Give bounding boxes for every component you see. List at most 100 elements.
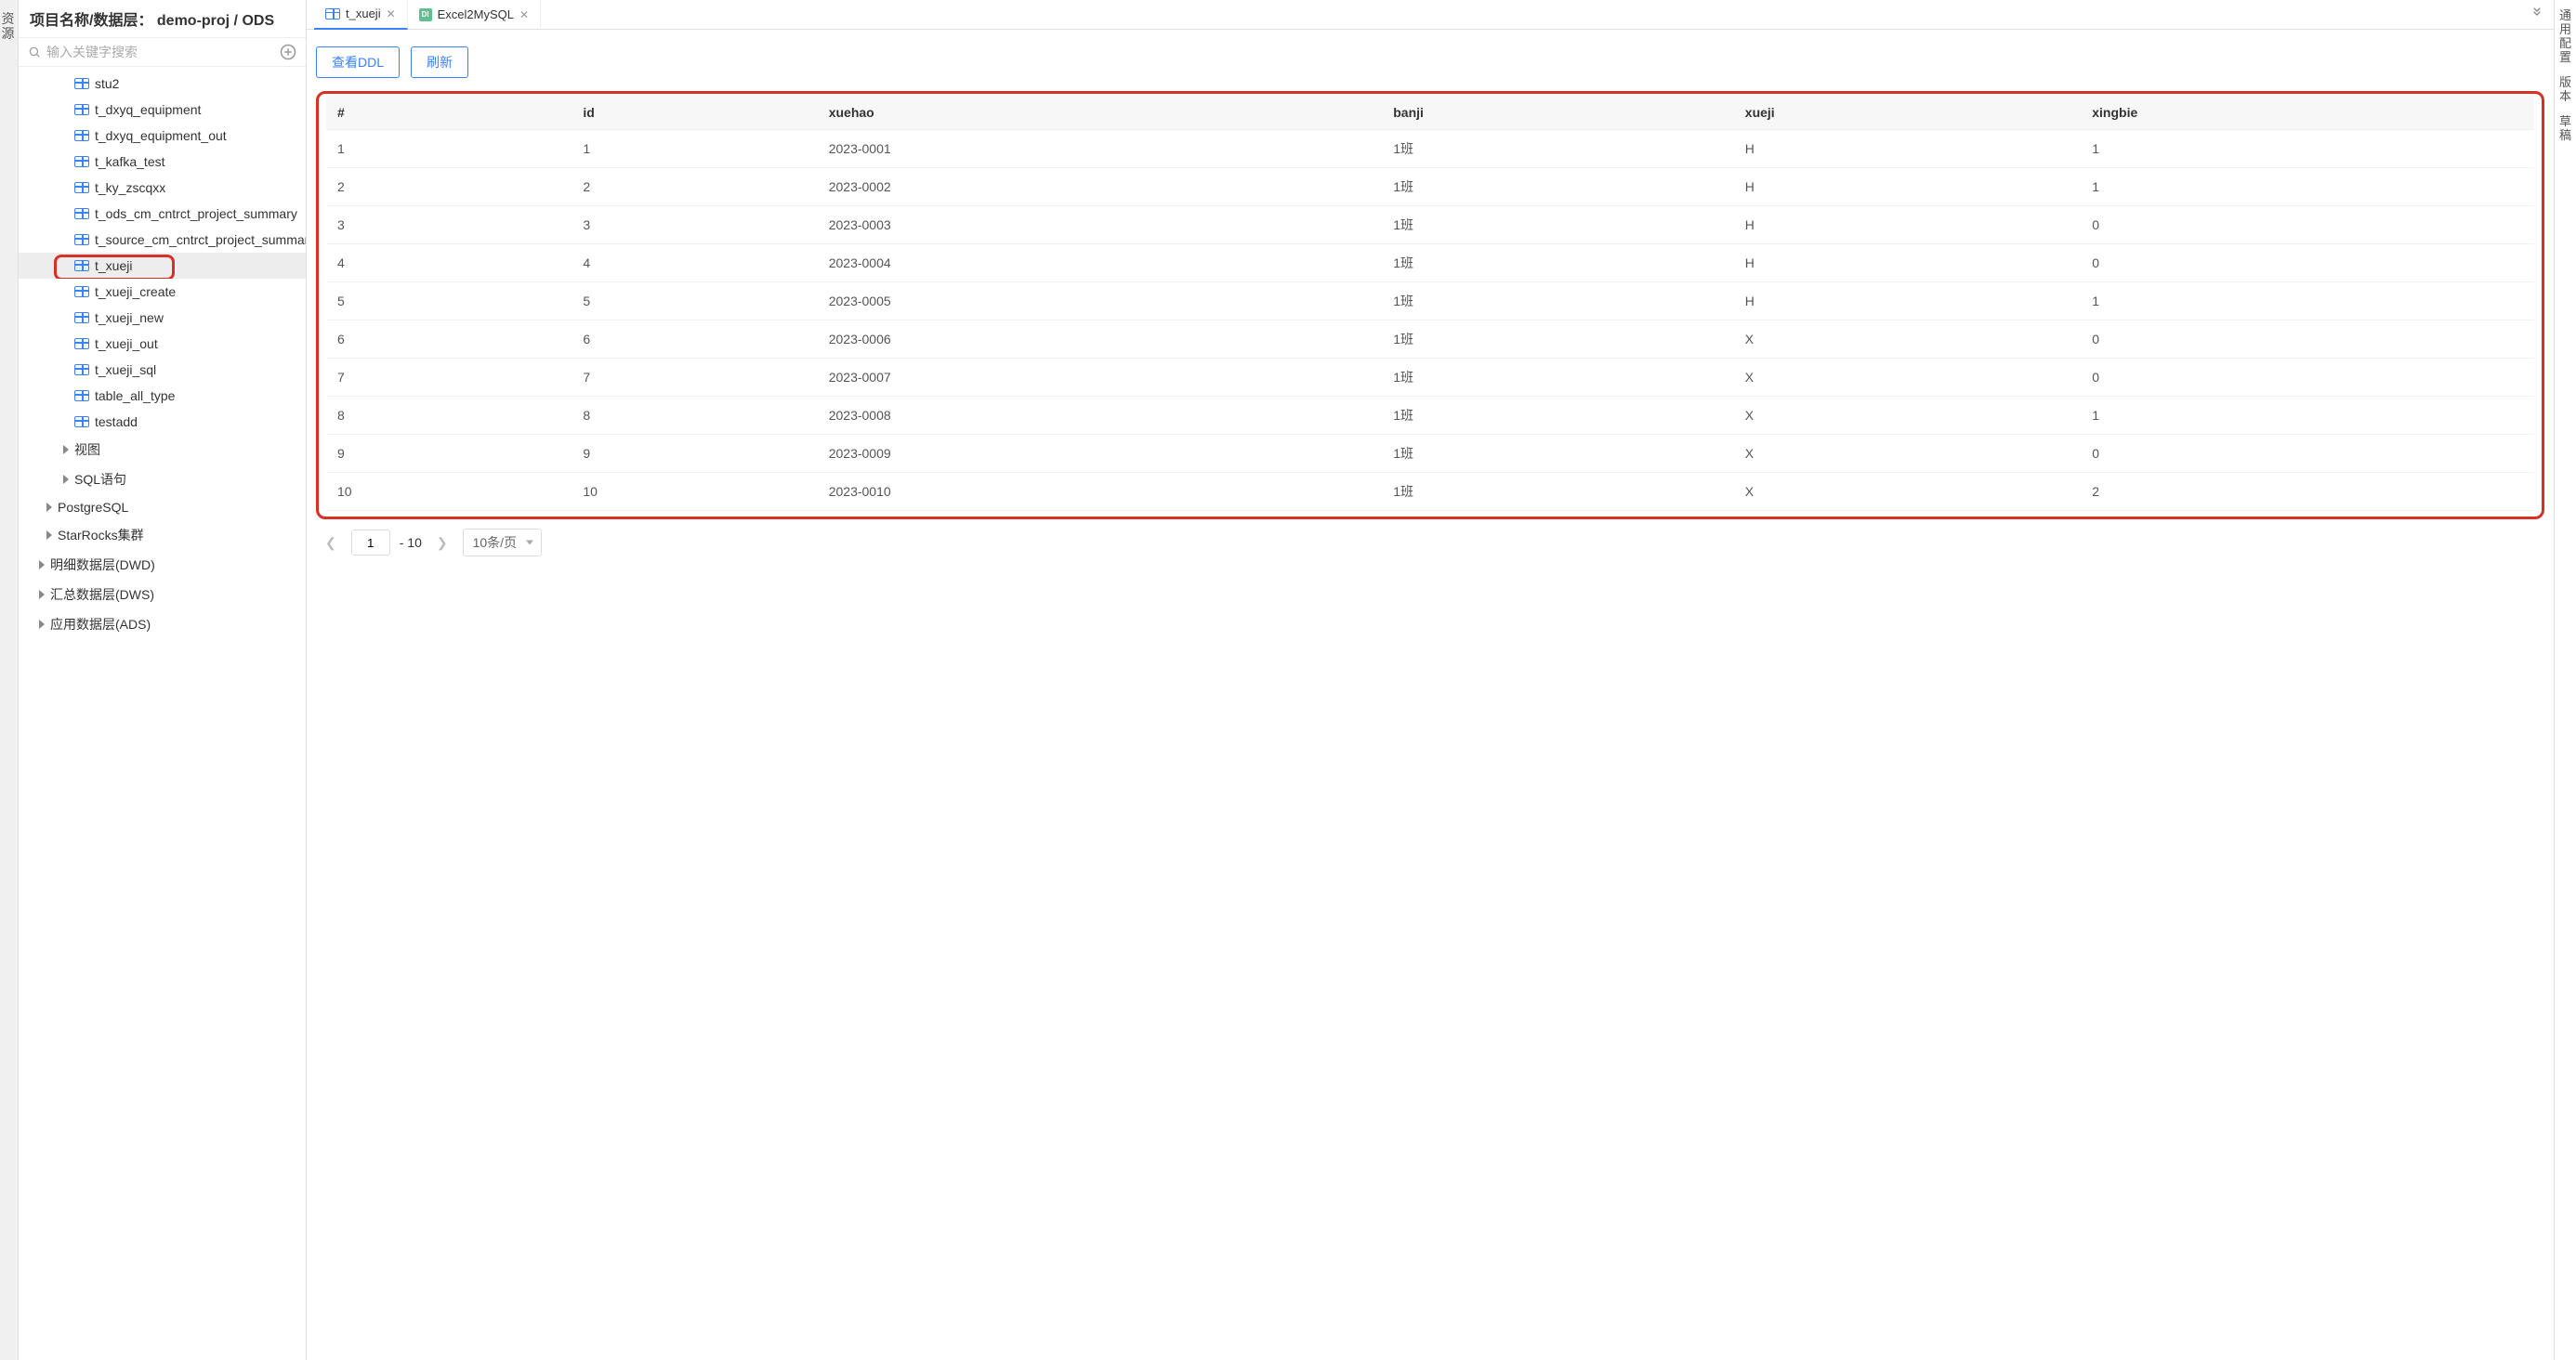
table-icon [74, 182, 89, 193]
expand-tabs-icon[interactable] [2520, 6, 2554, 23]
table-row[interactable]: 772023-00071班X0 [326, 359, 2534, 397]
cell: H [1734, 282, 2081, 320]
table-label: t_source_cm_cntrct_project_summary [95, 232, 306, 247]
refresh-button[interactable]: 刷新 [411, 46, 468, 78]
tab-Excel2MySQL[interactable]: DIExcel2MySQL✕ [408, 0, 541, 30]
pager: ❮ - 10 ❯ 10条/页 [316, 519, 2544, 566]
tab-t_xueji[interactable]: t_xueji✕ [314, 0, 408, 30]
prev-page-icon[interactable]: ❮ [320, 535, 342, 551]
table-icon [74, 338, 89, 349]
right-rail-item[interactable]: 通用配置 [2559, 9, 2571, 65]
cell: H [1734, 130, 2081, 168]
table-icon [74, 416, 89, 427]
cell: 1班 [1382, 473, 1734, 511]
table-icon [74, 390, 89, 401]
table-label: t_dxyq_equipment_out [95, 128, 227, 143]
sidebar-table-t_ods_cm_cntrct_project_summary[interactable]: t_ods_cm_cntrct_project_summary [19, 201, 306, 227]
cell: 0 [2081, 435, 2534, 473]
sidebar-table-t_xueji_out[interactable]: t_xueji_out [19, 331, 306, 357]
table-icon [74, 208, 89, 219]
sidebar-table-t_dxyq_equipment[interactable]: t_dxyq_equipment [19, 97, 306, 123]
cell: 2023-0001 [818, 130, 1383, 168]
cell: 0 [2081, 359, 2534, 397]
cell: 1 [326, 130, 572, 168]
tree: stu2t_dxyq_equipment t_dxyq_equipment_out… [19, 67, 306, 1360]
table-row[interactable]: 112023-00011班H1 [326, 130, 2534, 168]
sidebar-table-t_xueji_sql[interactable]: t_xueji_sql [19, 357, 306, 383]
di-icon: DI [419, 8, 432, 21]
button-row: 查看DDL 刷新 [316, 46, 2544, 78]
chevron-right-icon [39, 560, 45, 569]
page-size-select[interactable]: 10条/页 [463, 529, 542, 556]
next-page-icon[interactable]: ❯ [431, 535, 453, 551]
add-icon[interactable] [280, 44, 296, 60]
tree-branch[interactable]: 视图 [19, 435, 306, 464]
tree-branch[interactable]: SQL语句 [19, 464, 306, 494]
chevron-right-icon [39, 590, 45, 599]
cell: 6 [572, 320, 817, 359]
cell: 2023-0002 [818, 168, 1383, 206]
table-label: t_kafka_test [95, 154, 165, 169]
column-header: banji [1382, 96, 1734, 130]
cell: 1班 [1382, 435, 1734, 473]
table-icon [74, 104, 89, 115]
column-header: xuehao [818, 96, 1383, 130]
tree-branch[interactable]: PostgreSQL [19, 494, 306, 520]
right-rail-item[interactable]: 草稿 [2559, 115, 2571, 143]
sidebar-table-stu2[interactable]: stu2 [19, 71, 306, 97]
table-icon [74, 234, 89, 245]
table-row[interactable]: 882023-00081班X1 [326, 397, 2534, 435]
sidebar-table-testadd[interactable]: testadd [19, 409, 306, 435]
chevron-right-icon [39, 620, 45, 629]
table-row[interactable]: 10102023-00101班X2 [326, 473, 2534, 511]
table-icon [74, 312, 89, 323]
table-icon [74, 130, 89, 141]
table-row[interactable]: 992023-00091班X0 [326, 435, 2534, 473]
cell: 1 [572, 130, 817, 168]
sidebar-table-t_xueji_new[interactable]: t_xueji_new [19, 305, 306, 331]
sidebar-table-t_xueji_create[interactable]: t_xueji_create [19, 279, 306, 305]
tree-branch[interactable]: StarRocks集群 [19, 520, 306, 550]
table-label: t_xueji [95, 258, 132, 273]
tree-branch[interactable]: 明细数据层(DWD) [19, 550, 306, 580]
cell: 9 [326, 435, 572, 473]
cell: 2023-0007 [818, 359, 1383, 397]
table-label: t_xueji_create [95, 284, 176, 299]
right-rail-item[interactable]: 版本 [2559, 76, 2571, 104]
table-icon [74, 78, 89, 89]
cell: 2023-0003 [818, 206, 1383, 244]
sidebar-table-t_source_cm_cntrct_project_summary[interactable]: t_source_cm_cntrct_project_summary [19, 227, 306, 253]
page-input[interactable] [351, 530, 390, 556]
table-label: testadd [95, 414, 138, 429]
cell: X [1734, 435, 2081, 473]
table-row[interactable]: 662023-00061班X0 [326, 320, 2534, 359]
cell: 9 [572, 435, 817, 473]
sidebar-table-t_dxyq_equipment_out[interactable]: t_dxyq_equipment_out [19, 123, 306, 149]
sidebar-table-table_all_type[interactable]: table_all_type [19, 383, 306, 409]
table-row[interactable]: 222023-00021班H1 [326, 168, 2534, 206]
sidebar-header: 项目名称/数据层： demo-proj / ODS [19, 0, 306, 38]
cell: 1班 [1382, 320, 1734, 359]
table-label: t_xueji_sql [95, 362, 156, 377]
table-row[interactable]: 442023-00041班H0 [326, 244, 2534, 282]
tree-branch[interactable]: 汇总数据层(DWS) [19, 580, 306, 609]
sidebar-table-t_xueji[interactable]: t_xueji [19, 253, 306, 279]
cell: 2023-0006 [818, 320, 1383, 359]
search-input[interactable] [46, 45, 274, 59]
cell: 4 [572, 244, 817, 282]
table-row[interactable]: 332023-00031班H0 [326, 206, 2534, 244]
chevron-right-icon [63, 445, 69, 454]
cell: 8 [326, 397, 572, 435]
close-icon[interactable]: ✕ [519, 8, 529, 21]
close-icon[interactable]: ✕ [387, 7, 396, 20]
cell: 2023-0005 [818, 282, 1383, 320]
data-table: #idxuehaobanjixuejixingbie 112023-00011班… [326, 96, 2534, 511]
table-row[interactable]: 552023-00051班H1 [326, 282, 2534, 320]
view-ddl-button[interactable]: 查看DDL [316, 46, 400, 78]
cell: X [1734, 359, 2081, 397]
cell: X [1734, 473, 2081, 511]
sidebar-table-t_ky_zscqxx[interactable]: t_ky_zscqxx [19, 175, 306, 201]
sidebar-table-t_kafka_test[interactable]: t_kafka_test [19, 149, 306, 175]
cell: 2 [2081, 473, 2534, 511]
tree-branch[interactable]: 应用数据层(ADS) [19, 609, 306, 639]
